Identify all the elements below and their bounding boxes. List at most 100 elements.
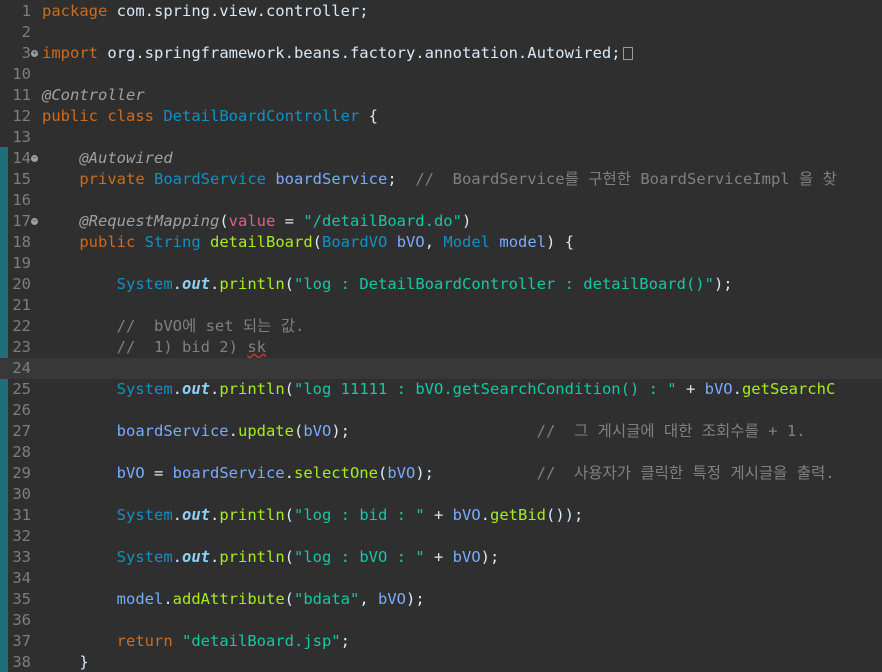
code-token: . <box>172 275 182 293</box>
code-line[interactable]: 24 <box>0 358 882 379</box>
line-number: 18 <box>12 233 31 251</box>
code-line[interactable]: 34 <box>0 568 882 589</box>
code-line[interactable]: 25 System.out.println("log 11111 : bVO.g… <box>0 379 882 400</box>
line-number: 32 <box>12 527 31 545</box>
code-line[interactable]: 19 <box>0 253 882 274</box>
code-line[interactable]: 21 <box>0 295 882 316</box>
code-line[interactable]: 29 bVO = boardService.selectOne(bVO); //… <box>0 463 882 484</box>
collapsed-block-icon[interactable] <box>622 47 633 60</box>
code-line[interactable]: 18 public String detailBoard(BoardVO bVO… <box>0 232 882 253</box>
code-token: bVO <box>396 233 425 251</box>
code-line[interactable]: 27 boardService.update(bVO); // 그 게시글에 대… <box>0 421 882 442</box>
code-line[interactable]: 10 <box>0 64 882 85</box>
line-number: 21 <box>12 296 31 314</box>
code-token: . <box>210 548 220 566</box>
code-text: boardService.update(bVO); // 그 게시글에 대한 조… <box>42 421 806 442</box>
code-line[interactable]: 36 <box>0 610 882 631</box>
code-line[interactable]: 17− @RequestMapping(value = "/detailBoar… <box>0 211 882 232</box>
code-token: "bdata" <box>294 590 360 608</box>
code-token: ( <box>284 548 295 566</box>
code-token: bVO <box>452 548 481 566</box>
code-token: model <box>116 590 164 608</box>
code-line[interactable]: 1 package com.spring.view.controller; <box>0 1 882 22</box>
code-token: ( <box>284 506 295 524</box>
fold-collapse-icon[interactable]: − <box>31 218 38 225</box>
code-token: ) <box>461 212 472 230</box>
line-number: 11 <box>12 86 31 104</box>
code-token: model <box>499 233 547 251</box>
code-line[interactable]: 12 public class DetailBoardController { <box>0 106 882 127</box>
code-text: private BoardService boardService; // Bo… <box>42 169 837 190</box>
code-text: // 1) bid 2) sk <box>42 337 266 358</box>
code-token: public class <box>42 107 154 125</box>
code-line[interactable]: 33 System.out.println("log : bVO : " + b… <box>0 547 882 568</box>
code-line[interactable]: 31 System.out.println("log : bid : " + b… <box>0 505 882 526</box>
code-token: ( <box>284 275 295 293</box>
code-token: boardService <box>275 170 388 188</box>
line-number: 28 <box>12 443 31 461</box>
code-token: System <box>116 548 173 566</box>
code-text: package com.spring.view.controller; <box>42 1 369 22</box>
code-line[interactable]: 16 <box>0 190 882 211</box>
code-token: // BoardService를 구현한 BoardServiceImpl 을 … <box>415 170 837 188</box>
fold-expand-icon[interactable]: + <box>31 50 38 57</box>
code-line[interactable]: 26 <box>0 400 882 421</box>
code-token: System <box>116 380 173 398</box>
code-line[interactable]: 2 <box>0 22 882 43</box>
code-line[interactable]: 22 // bVO에 set 되는 값. <box>0 316 882 337</box>
code-line[interactable]: 30 <box>0 484 882 505</box>
code-line[interactable]: 35 model.addAttribute("bdata", bVO); <box>0 589 882 610</box>
code-token: bVO <box>378 590 406 608</box>
code-line[interactable]: 37 return "detailBoard.jsp"; <box>0 631 882 652</box>
line-number: 33 <box>12 548 31 566</box>
line-number: 24 <box>12 359 31 377</box>
code-token: ( <box>219 212 229 230</box>
code-text: return "detailBoard.jsp"; <box>42 631 350 652</box>
code-token: ( <box>377 464 388 482</box>
code-token: println <box>219 506 285 524</box>
code-line[interactable]: 14− @Autowired <box>0 148 882 169</box>
code-token: sk <box>247 338 266 356</box>
code-token: "log : DetailBoardController : detailBoa… <box>294 275 714 293</box>
code-line[interactable]: 32 <box>0 526 882 547</box>
code-line[interactable]: 38 } <box>0 652 882 672</box>
code-text: // bVO에 set 되는 값. <box>42 316 305 337</box>
code-line[interactable]: 28 <box>0 442 882 463</box>
code-text: System.out.println("log : DetailBoardCon… <box>42 274 733 295</box>
code-line[interactable]: 20 System.out.println("log : DetailBoard… <box>0 274 882 295</box>
code-token: = <box>275 212 304 230</box>
code-token: ( <box>284 380 295 398</box>
code-line[interactable]: 15 private BoardService boardService; //… <box>0 169 882 190</box>
code-token: . <box>172 506 182 524</box>
code-token: getSearchC <box>741 380 836 398</box>
code-token: getBid <box>490 506 547 524</box>
code-token: "detailBoard.jsp" <box>182 632 341 650</box>
code-editor[interactable]: 1 package com.spring.view.controller; 2 3 + i… <box>0 0 882 672</box>
code-token: . <box>210 380 220 398</box>
code-line[interactable]: 11 @Controller <box>0 85 882 106</box>
code-token: . <box>210 275 220 293</box>
code-token: , <box>359 590 378 608</box>
code-token: DetailBoardController <box>163 107 360 125</box>
code-token: value <box>228 212 276 230</box>
code-token: boardService <box>172 464 285 482</box>
code-token: bVO <box>387 464 416 482</box>
code-token: ); <box>406 590 425 608</box>
code-line[interactable]: 23 // 1) bid 2) sk <box>0 337 882 358</box>
line-number: 34 <box>12 569 31 587</box>
code-text: model.addAttribute("bdata", bVO); <box>42 589 425 610</box>
code-token: . <box>228 422 238 440</box>
code-line[interactable]: 3 + import org.springframework.beans.facto… <box>0 43 882 64</box>
code-line[interactable]: 13 <box>0 127 882 148</box>
fold-collapse-icon[interactable]: − <box>31 155 38 162</box>
code-token: , <box>424 233 444 251</box>
